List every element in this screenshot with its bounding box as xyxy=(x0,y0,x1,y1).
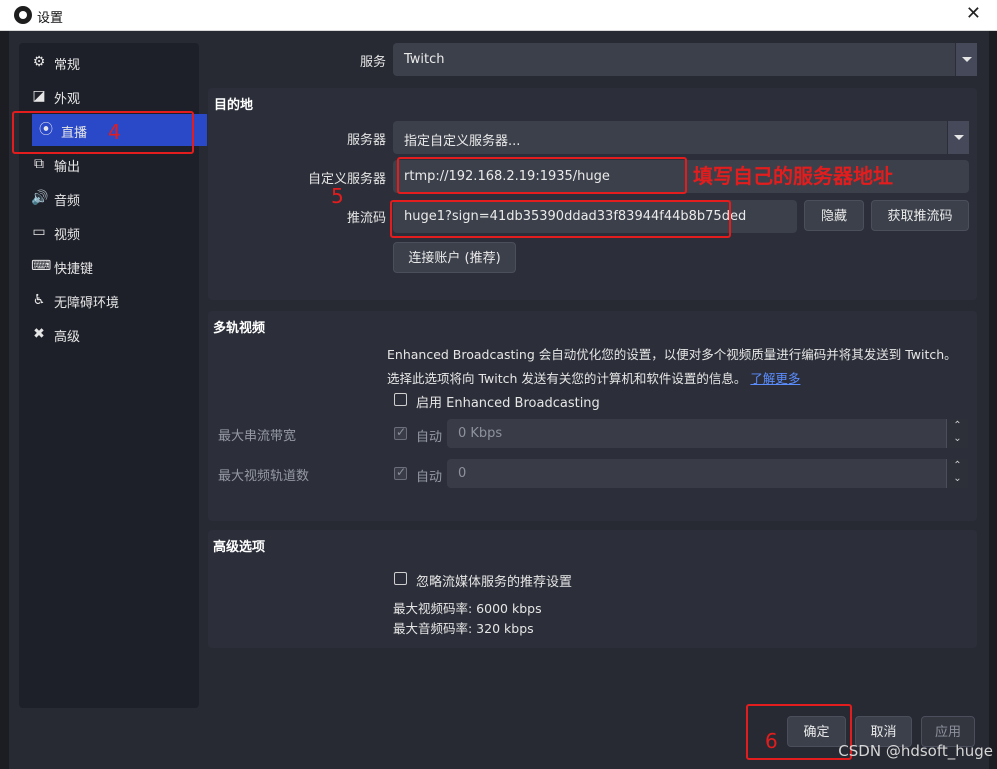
output-icon: ⧉ xyxy=(34,156,44,172)
sidebar-item-label: 高级 xyxy=(54,330,81,345)
max-bandwidth-label: 最大串流带宽 xyxy=(218,429,297,444)
sidebar-item-label: 无障碍环境 xyxy=(54,296,120,311)
multitrack-title: 多轨视频 xyxy=(213,321,266,336)
annotation-box-server xyxy=(397,157,687,194)
sidebar-item-label: 外观 xyxy=(54,92,81,107)
annotation-number-5: 5 xyxy=(331,184,344,208)
close-icon[interactable]: ✕ xyxy=(966,3,981,24)
max-bandwidth-auto-checkbox[interactable] xyxy=(394,425,407,440)
watermark: CSDN @hdsoft_huge xyxy=(838,742,993,760)
ignore-recommended-label: 忽略流媒体服务的推荐设置 xyxy=(416,575,573,590)
max-tracks-auto-label: 自动 xyxy=(416,470,443,485)
get-stream-key-button[interactable]: 获取推流码 xyxy=(871,200,969,231)
sidebar-item-label: 音频 xyxy=(54,194,81,209)
max-tracks-auto-checkbox[interactable] xyxy=(394,465,407,480)
appearance-icon: ◪ xyxy=(32,88,46,104)
sidebar-item-label: 快捷键 xyxy=(54,262,94,277)
sidebar-item-label: 常规 xyxy=(54,58,81,73)
spinner-arrows-icon[interactable]: ⌃ ⌄ xyxy=(946,419,968,448)
service-value: Twitch xyxy=(404,52,445,67)
destination-title: 目的地 xyxy=(214,98,254,113)
destination-group: 目的地 xyxy=(208,88,977,300)
accessibility-icon: ♿ xyxy=(32,292,46,308)
advanced-title: 高级选项 xyxy=(213,540,266,555)
annotation-number-4: 4 xyxy=(108,120,121,144)
speaker-icon: 🔊 xyxy=(31,190,49,206)
title-bar: 设置 ✕ xyxy=(0,0,997,31)
sidebar-item-audio[interactable]: 🔊 音频 xyxy=(19,182,199,214)
window-edge-left xyxy=(0,31,9,769)
ignore-recommended-checkbox[interactable] xyxy=(394,572,407,585)
multitrack-group: 多轨视频 xyxy=(208,311,977,521)
multitrack-description-line2-row: 选择此选项将向 Twitch 发送有关您的计算机和软件设置的信息。 了解更多 xyxy=(387,368,972,387)
annotation-box-stream-key xyxy=(390,200,731,238)
service-label: 服务 xyxy=(359,55,386,70)
enable-enhanced-broadcasting-label: 启用 Enhanced Broadcasting xyxy=(416,396,600,411)
max-bandwidth-auto-label: 自动 xyxy=(416,430,443,445)
sidebar-item-general[interactable]: ⚙ 常规 xyxy=(19,46,199,78)
connect-account-button[interactable]: 连接账户 (推荐) xyxy=(393,242,516,273)
sidebar-item-accessibility[interactable]: ♿ 无障碍环境 xyxy=(19,284,199,316)
multitrack-description-line2: 选择此选项将向 Twitch 发送有关您的计算机和软件设置的信息。 xyxy=(387,371,747,386)
max-bandwidth-spinbox[interactable]: 0 Kbps ⌃ ⌄ xyxy=(447,419,968,448)
sidebar-item-appearance[interactable]: ◪ 外观 xyxy=(19,80,199,112)
multitrack-description: Enhanced Broadcasting 会自动优化您的设置，以便对多个视频质… xyxy=(387,344,972,387)
sidebar-item-hotkeys[interactable]: ⌨ 快捷键 xyxy=(19,250,199,282)
stream-key-label: 推流码 xyxy=(346,211,386,226)
max-bandwidth-value: 0 Kbps xyxy=(458,426,503,441)
window-title: 设置 xyxy=(37,11,64,26)
monitor-icon: ▭ xyxy=(32,224,46,240)
tools-icon: ✖ xyxy=(33,326,45,342)
sidebar-item-advanced[interactable]: ✖ 高级 xyxy=(19,318,199,350)
server-select[interactable]: 指定自定义服务器... xyxy=(393,121,969,154)
service-select[interactable]: Twitch xyxy=(393,43,977,76)
hide-key-button[interactable]: 隐藏 xyxy=(804,200,864,231)
max-tracks-label: 最大视频轨道数 xyxy=(218,469,310,484)
annotation-box-ok xyxy=(746,704,852,760)
chevron-down-icon[interactable] xyxy=(947,121,969,154)
sidebar-item-video[interactable]: ▭ 视频 xyxy=(19,216,199,248)
gear-icon: ⚙ xyxy=(32,54,46,70)
sidebar-item-label: 视频 xyxy=(54,228,81,243)
window-edge-right xyxy=(989,31,997,769)
multitrack-description-line1: Enhanced Broadcasting 会自动优化您的设置，以便对多个视频质… xyxy=(387,347,957,362)
keyboard-icon: ⌨ xyxy=(31,258,52,274)
sidebar-item-label: 输出 xyxy=(54,160,81,175)
annotation-number-6: 6 xyxy=(765,729,778,753)
server-label: 服务器 xyxy=(346,133,386,148)
max-tracks-value: 0 xyxy=(458,466,467,481)
max-video-bitrate-text: 最大视频码率: 6000 kbps xyxy=(393,601,542,616)
max-tracks-spinbox[interactable]: 0 ⌃ ⌄ xyxy=(447,459,968,488)
server-value: 指定自定义服务器... xyxy=(404,134,521,149)
spinner-arrows-icon[interactable]: ⌃ ⌄ xyxy=(946,459,968,488)
obs-logo-icon xyxy=(14,6,32,24)
enable-enhanced-broadcasting-checkbox[interactable] xyxy=(394,393,407,406)
advanced-group: 高级选项 xyxy=(208,530,977,648)
learn-more-link[interactable]: 了解更多 xyxy=(750,371,800,386)
max-audio-bitrate-text: 最大音频码率: 320 kbps xyxy=(393,621,534,636)
annotation-box-stream xyxy=(12,111,194,154)
annotation-note: 填写自己的服务器地址 xyxy=(693,164,893,188)
chevron-down-icon[interactable] xyxy=(955,43,977,76)
